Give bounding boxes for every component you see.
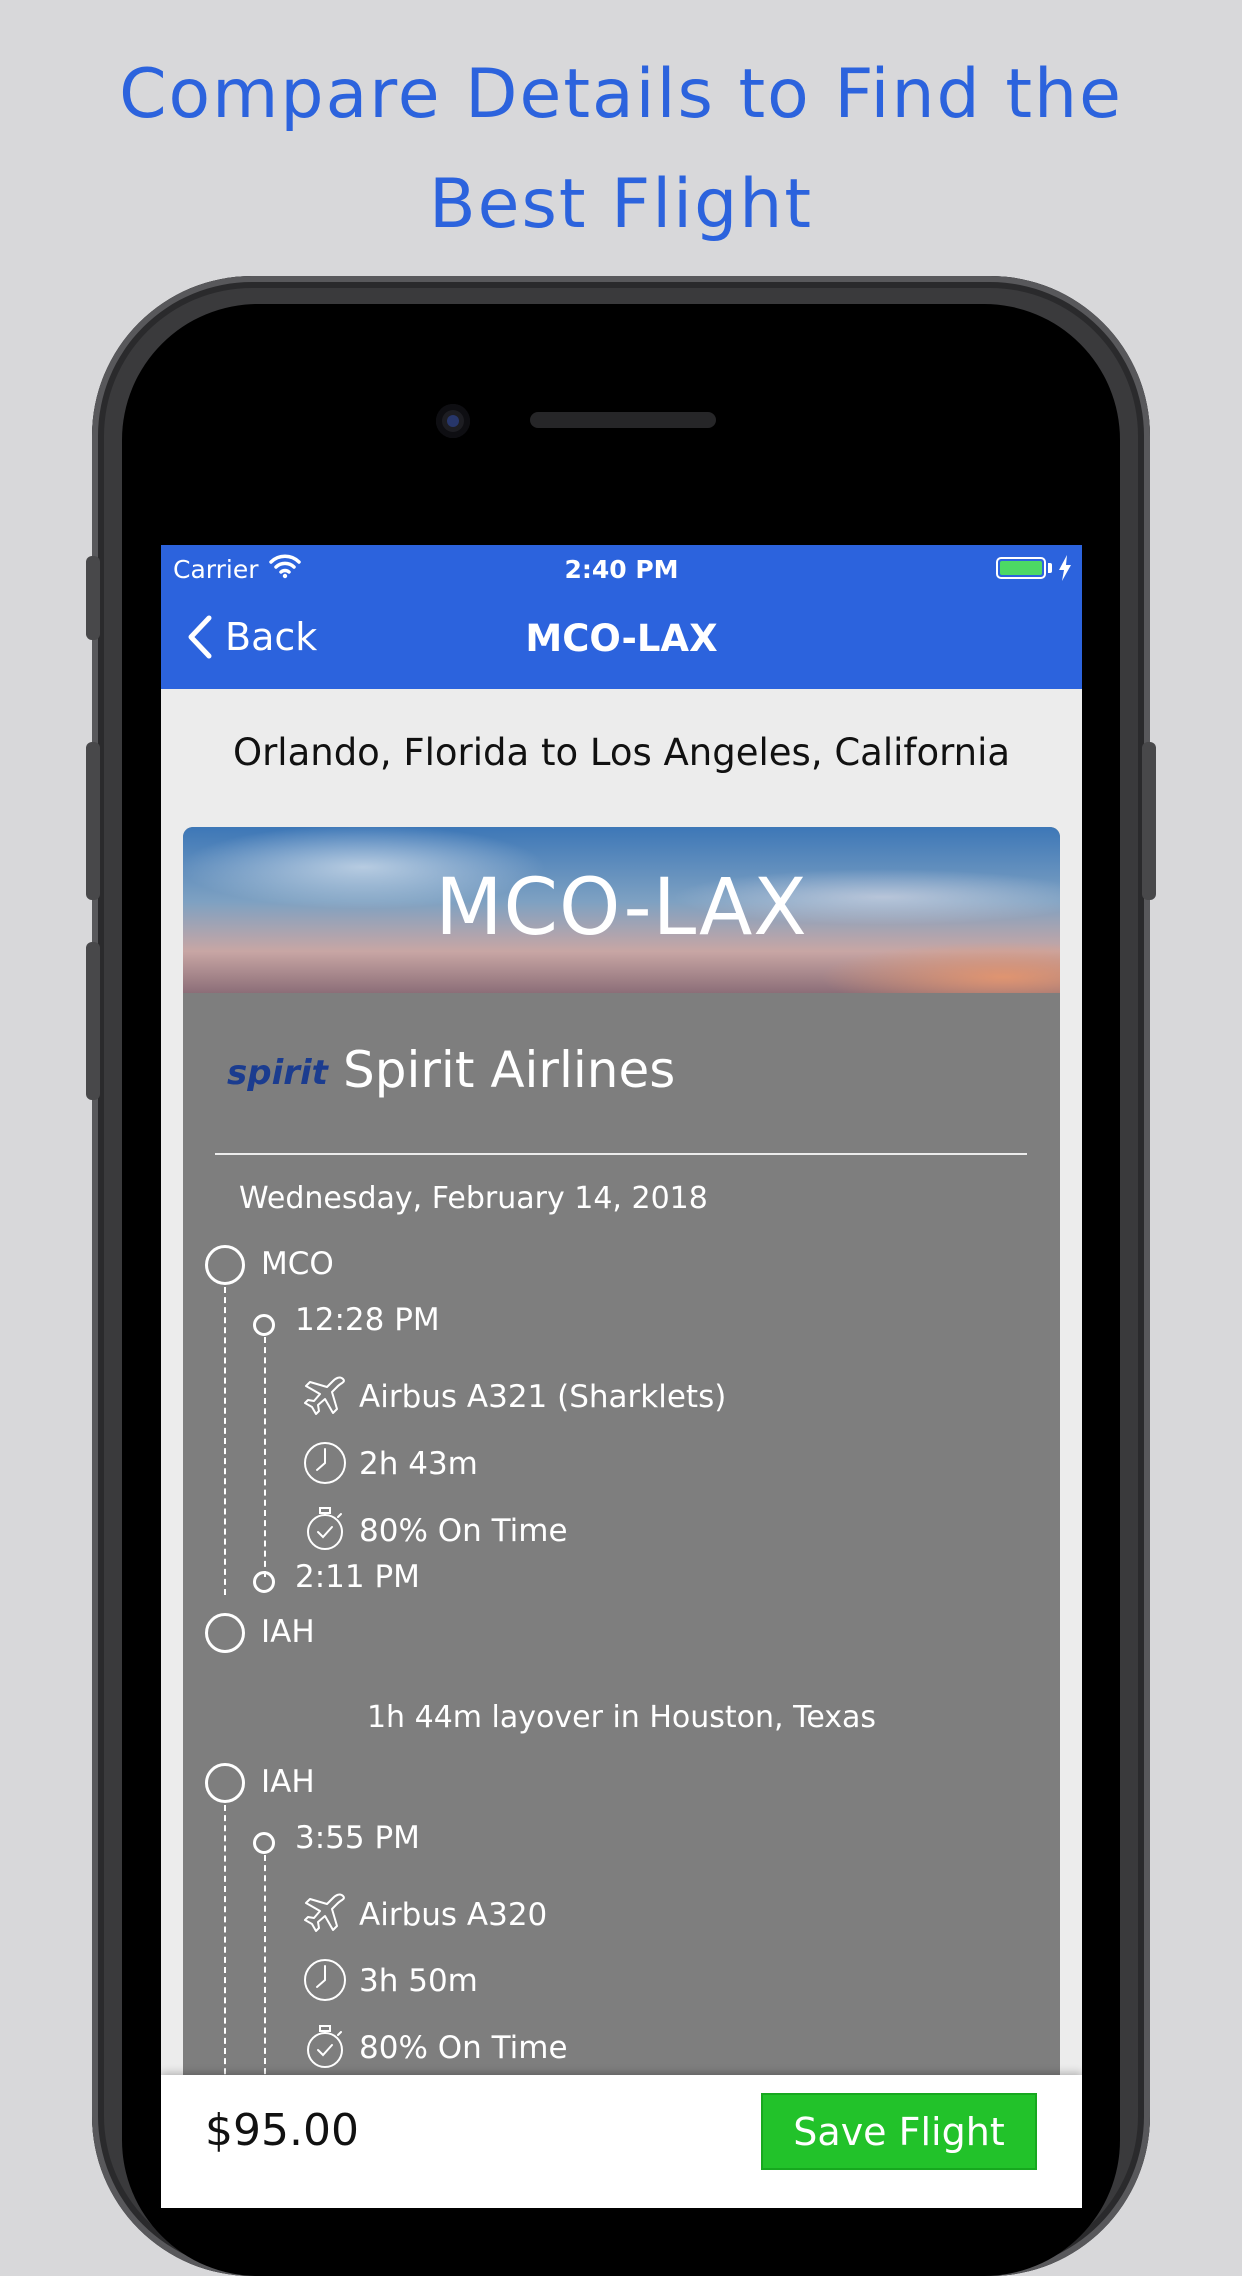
- marketing-headline: Compare Details to Find the Best Flight: [0, 40, 1242, 260]
- segment-origin: MCO: [261, 1246, 334, 1282]
- flight-leg-line: [264, 1337, 266, 1577]
- clock-icon: [304, 1959, 346, 2001]
- plane-icon: [304, 1376, 345, 1415]
- airline-name: Spirit Airlines: [343, 1041, 676, 1099]
- earpiece-speaker: [530, 412, 716, 428]
- origin-node: [205, 1763, 245, 1803]
- segment-duration: 3h 50m: [359, 1963, 478, 1999]
- battery-icon: [996, 557, 1046, 579]
- destination-node: [205, 1613, 245, 1653]
- hero-route-title: MCO-LAX: [435, 863, 808, 953]
- stopwatch-icon: [307, 2025, 343, 2068]
- airline-logo: spirit: [227, 1053, 328, 1093]
- segment-destination: IAH: [261, 1614, 315, 1650]
- save-flight-button[interactable]: Save Flight: [761, 2093, 1037, 2170]
- charging-bolt-icon: [1058, 555, 1072, 587]
- layover-info: 1h 44m layover in Houston, Texas: [366, 1700, 877, 1735]
- departure-node: [253, 1314, 275, 1336]
- status-time: 2:40 PM: [564, 555, 679, 584]
- front-camera: [436, 404, 470, 438]
- segment-depart-time: 12:28 PM: [295, 1302, 440, 1338]
- plane-icon: [304, 1893, 345, 1932]
- flight-date: Wednesday, February 14, 2018: [239, 1181, 708, 1216]
- segment-aircraft: Airbus A320: [359, 1897, 548, 1933]
- segment-duration: 2h 43m: [359, 1446, 478, 1482]
- headline-line-1: Compare Details to Find the: [119, 55, 1123, 134]
- stopwatch-icon: [307, 1507, 343, 1550]
- hero-banner: MCO-LAX: [183, 827, 1060, 993]
- bottom-action-bar: $95.00 Save Flight: [161, 2075, 1082, 2208]
- segment-arrive-time: 2:11 PM: [295, 1559, 420, 1595]
- segment-aircraft: Airbus A321 (Sharklets): [359, 1379, 727, 1415]
- phone-volume-down: [86, 942, 100, 1100]
- navigation-bar: Carrier 2:40 PM Back MCO-LAX: [161, 545, 1082, 689]
- origin-node: [205, 1245, 245, 1285]
- phone-volume-up: [86, 742, 100, 900]
- route-description: Orlando, Florida to Los Angeles, Califor…: [232, 731, 1011, 774]
- departure-node: [253, 1832, 275, 1854]
- phone-mute-switch: [86, 556, 100, 640]
- arrival-node: [253, 1571, 275, 1593]
- segment-on-time: 80% On Time: [359, 1513, 568, 1549]
- segment-origin: IAH: [261, 1764, 315, 1800]
- status-bar: Carrier 2:40 PM: [161, 545, 1082, 597]
- phone-power-button: [1142, 742, 1156, 900]
- segment-on-time: 80% On Time: [359, 2030, 568, 2066]
- segment-depart-time: 3:55 PM: [295, 1820, 420, 1856]
- headline-line-2: Best Flight: [428, 165, 813, 244]
- clock-icon: [304, 1442, 346, 1484]
- airline-header: spirit Spirit Airlines: [215, 1023, 1027, 1155]
- app-screen: Carrier 2:40 PM Back MCO-LAX Orlando, Fl…: [161, 545, 1082, 2208]
- journey-line: [224, 1287, 226, 1595]
- flight-price: $95.00: [205, 2105, 359, 2156]
- page-title: MCO-LAX: [525, 617, 718, 660]
- flight-detail-card: MCO-LAX spirit Spirit Airlines Wednesday…: [183, 827, 1060, 2127]
- battery-tip: [1048, 563, 1052, 573]
